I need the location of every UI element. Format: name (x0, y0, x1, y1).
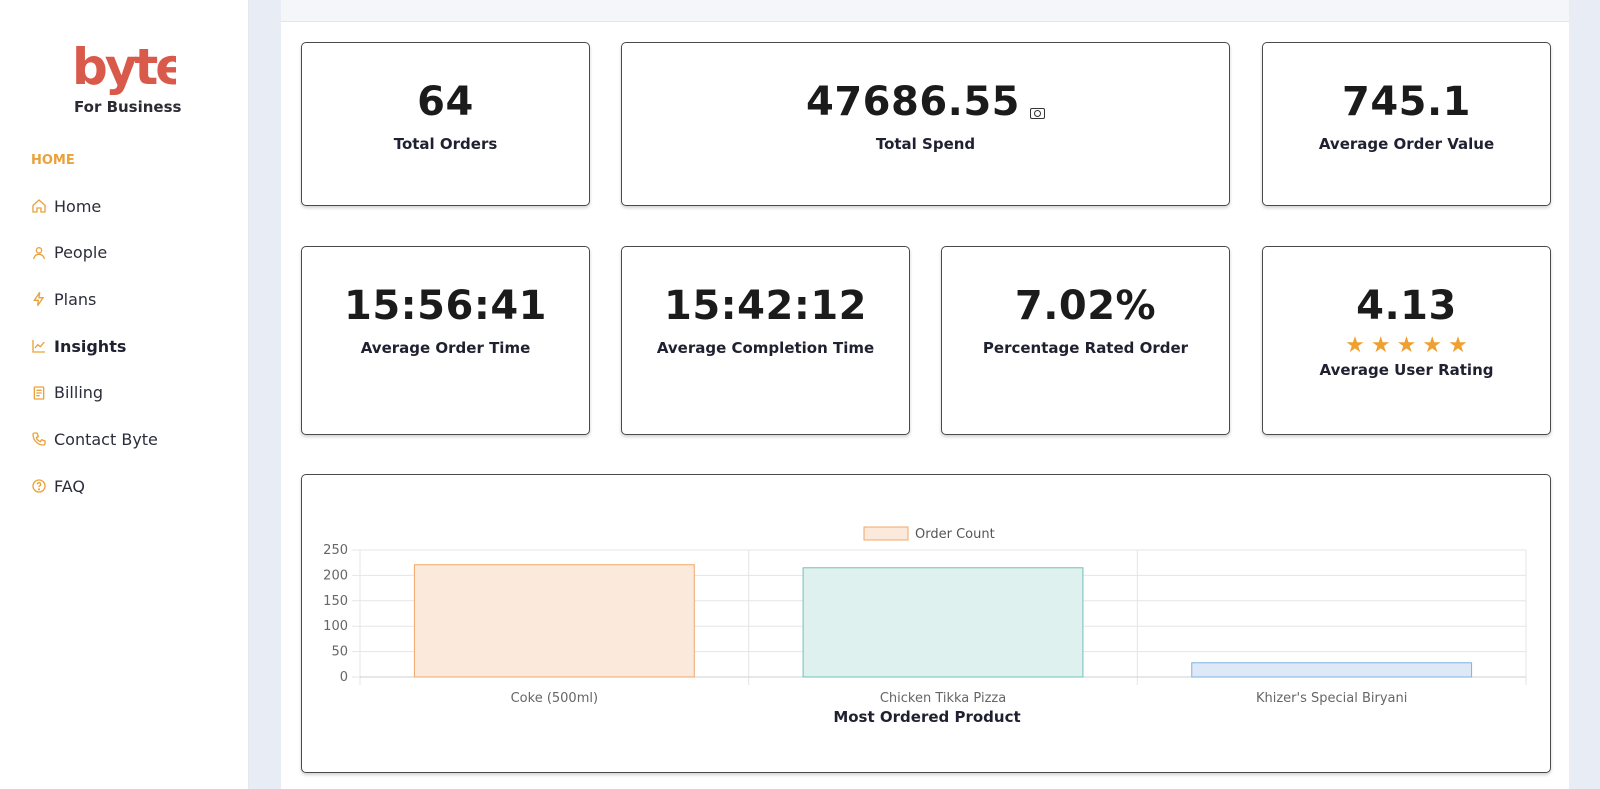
sidebar-item-insights[interactable]: Insights (30, 334, 158, 358)
stat-value: 15:42:12 (664, 283, 867, 329)
sidebar-item-plans[interactable]: Plans (30, 287, 158, 311)
sidebar-item-label: FAQ (54, 476, 85, 496)
stat-label: Total Orders (393, 135, 498, 153)
money-bill-icon (1030, 108, 1046, 119)
right-gutter (1569, 0, 1600, 789)
home-icon (30, 197, 48, 215)
rating-stars: ★ ★ ★ ★ ★ (1263, 335, 1550, 357)
x-tick-label: Khizer's Special Biryani (1256, 691, 1407, 706)
stat-value: 64 (417, 79, 474, 125)
stat-card-average-completion-time: 15:42:12 Average Completion Time (621, 246, 910, 435)
x-tick-label: Chicken Tikka Pizza (880, 691, 1006, 706)
stat-value-row: 47686.55 (622, 79, 1229, 125)
sidebar-item-contact-byte[interactable]: Contact Byte (30, 427, 158, 451)
svg-text:byte: byte (72, 38, 176, 96)
most-ordered-product-chart-card: Order Count 0 50 100 150 200 250 Coke (500ml) Ch… (301, 474, 1551, 773)
bar (413, 564, 695, 678)
star-icon: ★ (1370, 333, 1391, 358)
sidebar-item-label: Billing (54, 383, 104, 403)
sidebar: byte For Business HOME Home People Plans (0, 0, 249, 789)
sidebar-nav: Home People Plans Insights Billing Conta… (30, 194, 158, 521)
y-tick-label: 50 (331, 645, 348, 660)
person-icon (30, 244, 48, 262)
stat-value: 47686.55 (805, 79, 1021, 125)
stat-label: Average Completion Time (656, 339, 875, 357)
legend-swatch (863, 526, 909, 541)
sidebar-item-label: Insights (54, 336, 127, 356)
sidebar-item-home[interactable]: Home (30, 194, 158, 218)
byte-logo-icon: byte (72, 38, 176, 96)
sidebar-item-people[interactable]: People (30, 241, 158, 265)
y-tick-label: 250 (323, 543, 348, 558)
star-icon: ★ (1396, 333, 1417, 358)
stat-card-average-order-time: 15:56:41 Average Order Time (301, 246, 590, 435)
star-icon: ★ (1448, 333, 1468, 358)
bar (802, 567, 1084, 678)
trend-chart-icon (30, 337, 48, 355)
x-axis-title: Most Ordered Product (833, 708, 1020, 726)
brand-subtitle: For Business (74, 98, 182, 116)
sidebar-item-billing[interactable]: Billing (30, 381, 158, 405)
sidebar-item-label: Home (54, 196, 102, 216)
most-ordered-product-chart: Order Count 0 50 100 150 200 250 Coke (500ml) Ch… (323, 526, 1527, 726)
star-icon: ★ (1345, 333, 1365, 358)
stat-card-total-spend: 47686.55 Total Spend (621, 42, 1230, 206)
y-tick-label: 200 (323, 568, 348, 583)
phone-icon (30, 430, 48, 448)
lightning-icon (30, 290, 48, 308)
star-icon: ★ (1422, 333, 1443, 358)
stat-card-average-user-rating: 4.13 ★ ★ ★ ★ ★ Average User Rating (1262, 246, 1551, 435)
stat-label: Percentage Rated Order (982, 339, 1189, 357)
bar (1191, 662, 1473, 678)
stat-card-average-order-value: 745.1 Average Order Value (1262, 42, 1551, 206)
x-tick-label: Coke (500ml) (511, 691, 598, 706)
sidebar-item-label: Contact Byte (54, 429, 158, 449)
stat-value: 7.02% (1014, 283, 1157, 329)
stat-label: Average Order Time (360, 339, 531, 357)
stat-card-percentage-rated-order: 7.02% Percentage Rated Order (941, 246, 1230, 435)
stat-label: Average Order Value (1318, 135, 1495, 153)
receipt-icon (30, 384, 48, 402)
stat-label: Average User Rating (1319, 361, 1494, 379)
legend-label: Order Count (915, 527, 995, 542)
panel-top-band (281, 0, 1569, 22)
stat-label: Total Spend (875, 135, 976, 153)
y-tick-label: 0 (340, 670, 348, 685)
stat-value: 15:56:41 (344, 283, 547, 329)
stat-value: 4.13 (1356, 283, 1457, 329)
sidebar-item-label: People (54, 243, 108, 263)
sidebar-item-label: Plans (54, 289, 97, 309)
brand-logo[interactable]: byte For Business (70, 36, 182, 124)
sidebar-item-faq[interactable]: FAQ (30, 474, 158, 498)
y-tick-label: 100 (323, 619, 348, 634)
content-gutter (249, 0, 281, 789)
question-circle-icon (30, 477, 48, 495)
stat-value: 745.1 (1341, 79, 1472, 125)
sidebar-section-label: HOME (31, 153, 75, 168)
y-tick-label: 150 (323, 594, 348, 609)
stat-card-total-orders: 64 Total Orders (301, 42, 590, 206)
